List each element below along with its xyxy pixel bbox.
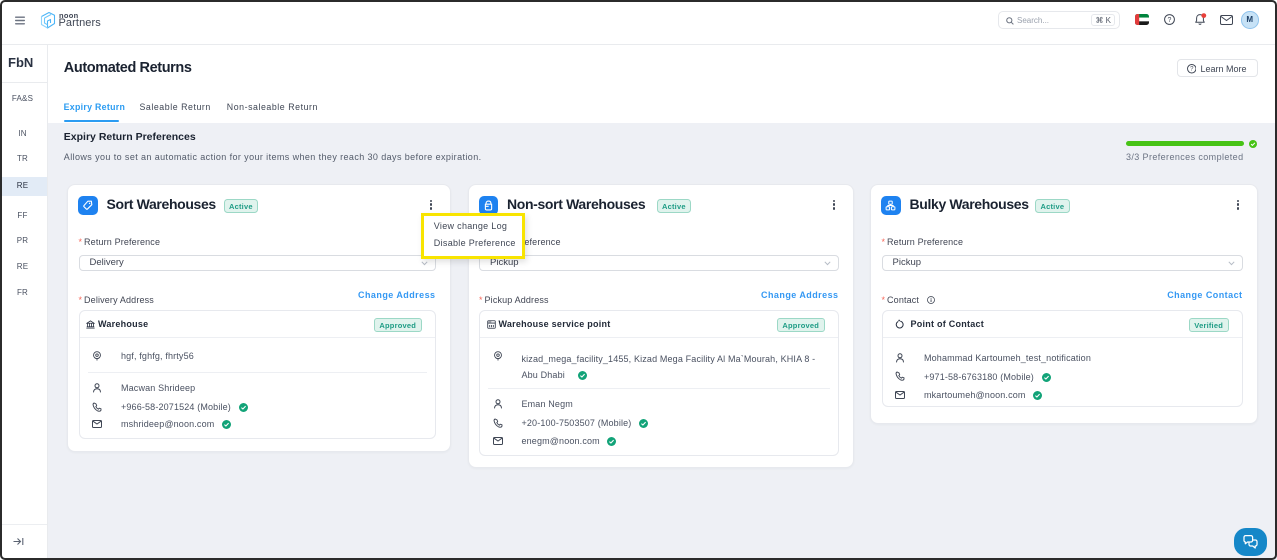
svg-text:?: ? bbox=[1168, 17, 1172, 24]
svg-text:?: ? bbox=[1190, 67, 1194, 73]
